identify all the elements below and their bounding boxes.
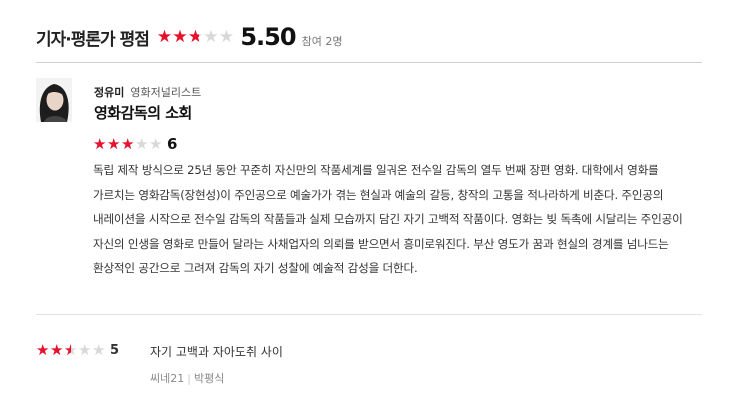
star-icon: ★: [135, 134, 149, 153]
outlet-name: 씨네21: [150, 372, 185, 385]
review-title: 영화감독의 소회: [94, 104, 192, 122]
critic-photo-icon: [36, 78, 72, 122]
source-separator: |: [187, 372, 191, 385]
critic-info: 정유미 영화저널리스트: [94, 84, 201, 100]
participant-count: 참여 2명: [301, 35, 343, 48]
critic-star-rating: ★ ★ ★ ★ ★ ★ ★ ★: [93, 134, 163, 153]
star-icon: ★ ★: [36, 341, 50, 359]
star-icon: ★: [218, 26, 235, 47]
star-icon: ★ ★: [121, 134, 135, 153]
review-body: 독립 제작 방식으로 25년 동안 꾸준히 자신만의 작품세계를 일궈온 전수일…: [93, 163, 683, 276]
critic-avatar[interactable]: [36, 78, 72, 122]
star-icon: ★: [92, 341, 106, 359]
critic-rating: ★ ★ ★ ★ ★ ★ ★ ★ 6: [93, 135, 177, 153]
review-divider: [36, 314, 702, 315]
average-star-rating: ★ ★ ★ ★ ★ ★ ★ ★: [156, 26, 235, 47]
star-icon: ★ ★: [172, 26, 188, 47]
critic-name[interactable]: 정유미: [94, 86, 124, 99]
header-title: 기자·평론가 평점: [36, 29, 150, 50]
star-icon: ★: [149, 134, 163, 153]
second-review-rating: ★ ★ ★ ★ ★ ★ ★ ★ 5: [36, 343, 120, 359]
header-divider: [36, 62, 702, 63]
star-icon: ★ ★: [93, 134, 107, 153]
star-icon: ★: [203, 26, 219, 47]
star-icon: ★ ★: [50, 341, 64, 359]
star-icon: ★ ★: [64, 341, 78, 359]
star-icon: ★ ★: [107, 134, 121, 153]
star-icon: ★ ★: [187, 26, 204, 47]
star-icon: ★ ★: [156, 26, 173, 47]
rating-header: 기자·평론가 평점 ★ ★ ★ ★ ★ ★ ★ ★ 5.50 참여 2명: [36, 22, 342, 52]
second-star-rating: ★ ★ ★ ★ ★ ★ ★ ★: [36, 343, 106, 358]
critic-score: 6: [167, 135, 178, 153]
critic-role: 영화저널리스트: [130, 86, 202, 99]
star-icon: ★: [78, 341, 92, 359]
second-review-title[interactable]: 자기 고백과 자아도취 사이: [150, 343, 283, 360]
second-critic-name[interactable]: 박평식: [194, 372, 224, 385]
average-score: 5.50: [240, 23, 296, 51]
second-score: 5: [110, 343, 120, 358]
second-review-source: 씨네21 | 박평식: [150, 370, 224, 386]
